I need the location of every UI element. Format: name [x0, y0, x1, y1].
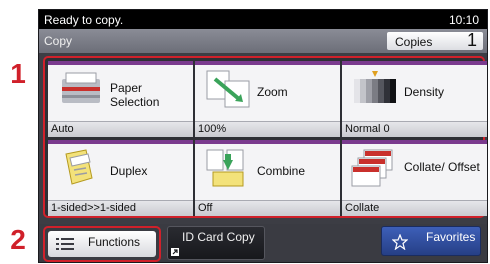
- duplex-value: 1-sided>>1-sided: [48, 200, 193, 216]
- callout-number-1: 1: [10, 58, 26, 89]
- collate-offset-tile[interactable]: Collate/ Offset Collate: [342, 140, 487, 216]
- paper-selection-label: Paper Selection: [110, 81, 160, 109]
- duplex-label: Duplex: [110, 164, 148, 178]
- collate-offset-value: Collate: [342, 200, 487, 216]
- id-card-copy-label: ID Card Copy: [182, 230, 255, 244]
- combine-icon: [206, 149, 244, 187]
- zoom-tile[interactable]: Zoom 100%: [195, 61, 340, 137]
- status-bar: Ready to copy. 10:10: [39, 10, 487, 29]
- copies-count: 1: [466, 30, 477, 50]
- density-icon: [354, 71, 396, 103]
- duplex-tile[interactable]: Duplex 1-sided>>1-sided: [48, 140, 193, 216]
- page-title: Copy: [44, 34, 73, 48]
- list-icon: [56, 238, 74, 250]
- favorites-label: Favorites: [426, 230, 476, 244]
- id-card-copy-button[interactable]: ID Card Copy: [167, 226, 265, 260]
- function-tiles-grid: Paper Selection Auto Zoom 100% Density N…: [43, 56, 487, 218]
- status-message: Ready to copy.: [44, 13, 124, 27]
- density-value: Normal 0: [342, 121, 487, 137]
- bottom-bar: Functions ID Card Copy Favorites: [39, 224, 487, 262]
- copies-label: Copies: [395, 35, 433, 49]
- collate-icon: [351, 149, 393, 187]
- combine-label: Combine: [257, 164, 306, 178]
- favorites-button[interactable]: Favorites: [381, 226, 481, 256]
- zoom-value: 100%: [195, 121, 340, 137]
- star-icon: [392, 234, 408, 250]
- status-time: 10:10: [448, 13, 479, 27]
- combine-value: Off: [195, 200, 340, 216]
- combine-tile[interactable]: Combine Off: [195, 140, 340, 216]
- callout-number-2: 2: [10, 224, 26, 255]
- zoom-icon: [206, 70, 250, 108]
- density-tile[interactable]: Density Normal 0: [342, 61, 487, 137]
- duplex-icon: [65, 149, 93, 185]
- copy-screen: Ready to copy. 10:10 Copy Copies 1 Paper…: [38, 9, 488, 263]
- copies-field[interactable]: Copies 1: [387, 30, 483, 50]
- zoom-label: Zoom: [257, 85, 288, 99]
- shortcut-arrow-icon: [171, 248, 179, 256]
- functions-button[interactable]: Functions: [48, 231, 156, 257]
- density-label: Density: [404, 85, 445, 99]
- paper-tray-icon: [62, 72, 100, 103]
- paper-selection-value: Auto: [48, 121, 193, 137]
- functions-label: Functions: [88, 235, 141, 249]
- paper-selection-tile[interactable]: Paper Selection Auto: [48, 61, 193, 137]
- title-bar: Copy Copies 1: [39, 29, 487, 53]
- collate-offset-label: Collate/ Offset: [404, 160, 480, 174]
- functions-highlight: Functions: [43, 226, 161, 262]
